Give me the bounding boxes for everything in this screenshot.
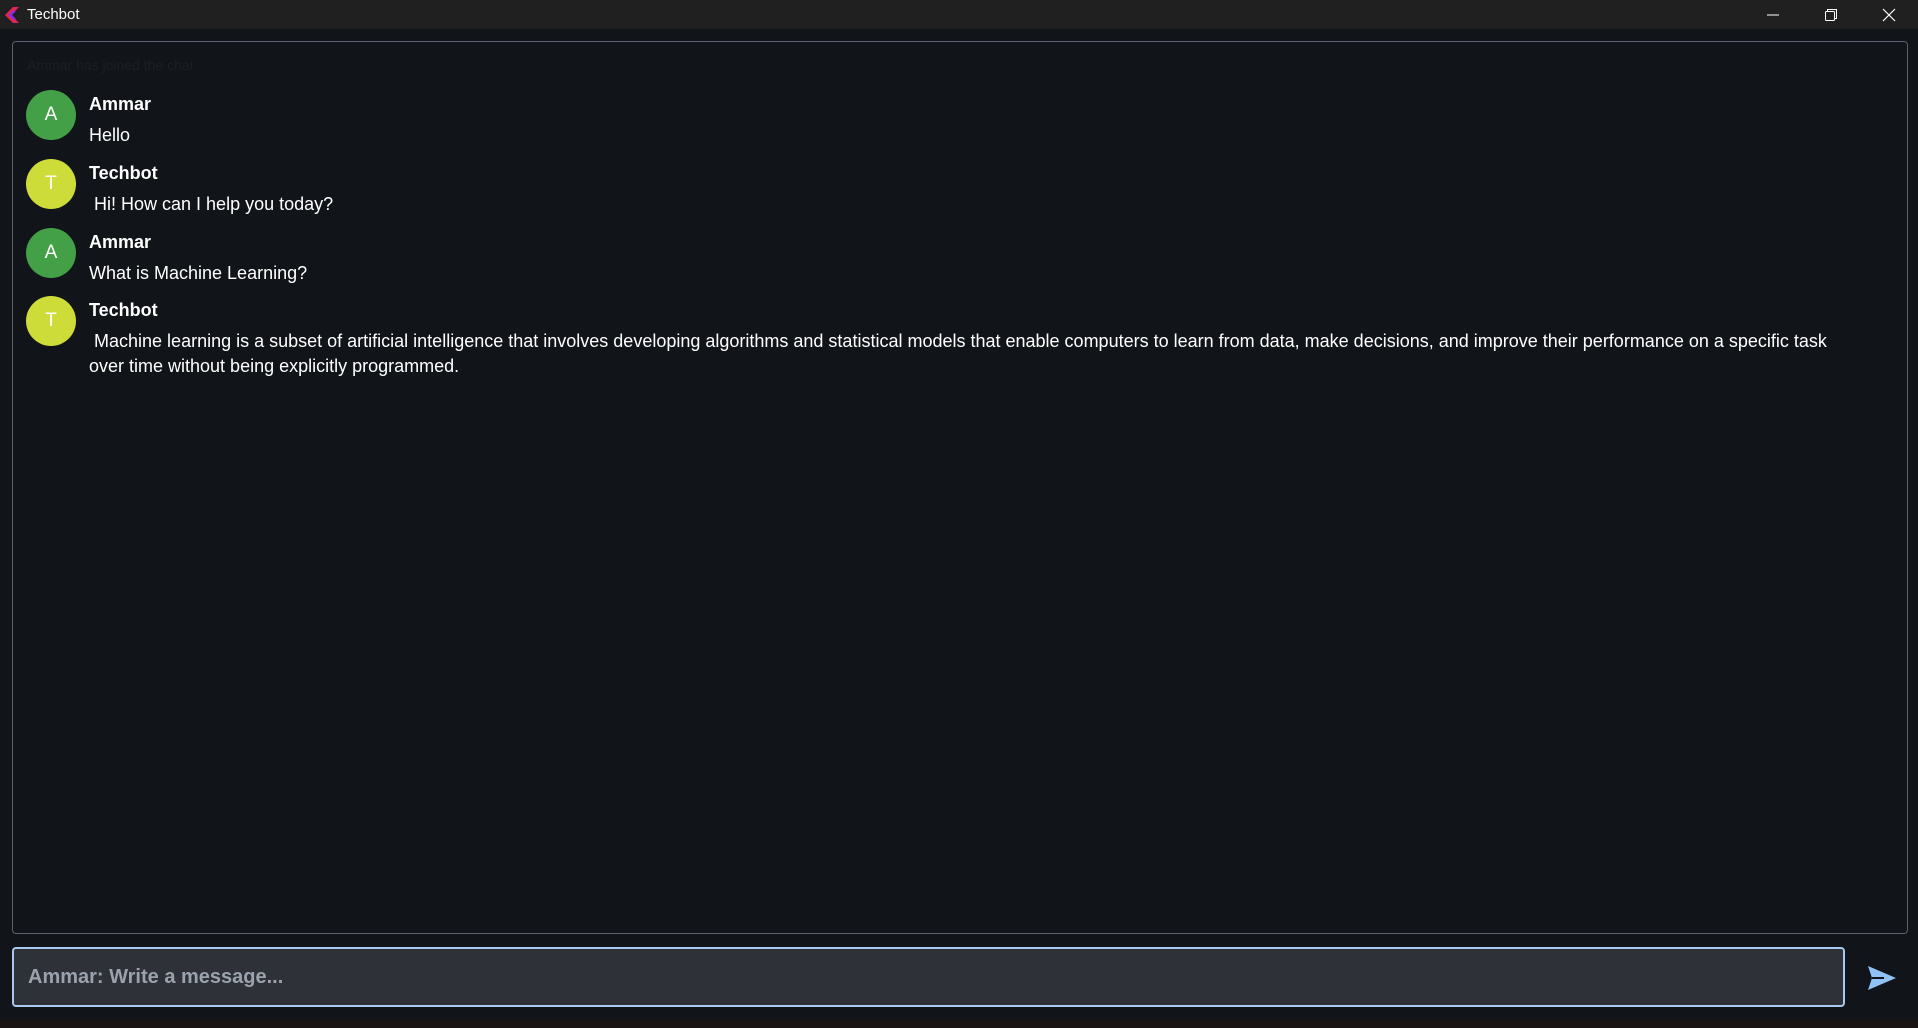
minimize-button[interactable] bbox=[1744, 0, 1802, 29]
message-body: Ammar What is Machine Learning? bbox=[89, 231, 307, 286]
message-text: Machine learning is a subset of artifici… bbox=[89, 331, 1832, 376]
avatar: A bbox=[26, 90, 76, 140]
message-item: T Techbot Hi! How can I help you today? bbox=[26, 159, 333, 217]
window-controls bbox=[1744, 0, 1918, 29]
title-bar[interactable]: Techbot bbox=[0, 0, 1918, 29]
message-item: A Ammar Hello bbox=[26, 90, 151, 148]
avatar-initial: T bbox=[45, 173, 57, 194]
close-icon bbox=[1882, 8, 1896, 21]
message-body: Ammar Hello bbox=[89, 93, 151, 148]
send-icon bbox=[1868, 966, 1896, 990]
message-author: Ammar bbox=[89, 232, 152, 252]
message-input[interactable] bbox=[14, 949, 1843, 1005]
taskbar-edge bbox=[0, 1020, 1918, 1028]
message-author: Ammar bbox=[89, 94, 152, 114]
restore-button[interactable] bbox=[1802, 0, 1860, 29]
avatar-initial: A bbox=[44, 104, 58, 125]
restore-icon bbox=[1825, 8, 1837, 21]
avatar: A bbox=[26, 228, 76, 278]
message-text: Hello bbox=[89, 125, 131, 145]
message-body: Techbot Hi! How can I help you today? bbox=[89, 162, 333, 217]
send-button[interactable] bbox=[1862, 958, 1902, 998]
avatar-initial: A bbox=[44, 242, 58, 263]
system-notice: Ammar has joined the chat bbox=[27, 57, 194, 73]
avatar-initial: T bbox=[45, 310, 57, 331]
avatar: T bbox=[26, 159, 76, 209]
close-button[interactable] bbox=[1860, 0, 1918, 29]
message-text: What is Machine Learning? bbox=[89, 263, 308, 283]
message-item: T Techbot Machine learning is a subset o… bbox=[26, 296, 1839, 379]
avatar: T bbox=[26, 296, 76, 346]
message-item: A Ammar What is Machine Learning? bbox=[26, 228, 307, 286]
message-text: Hi! How can I help you today? bbox=[89, 194, 334, 214]
message-author: Techbot bbox=[89, 163, 158, 183]
app-logo-icon bbox=[5, 6, 19, 23]
message-author: Techbot bbox=[89, 300, 158, 320]
minimize-icon bbox=[1767, 14, 1779, 15]
message-input-container bbox=[12, 947, 1845, 1007]
window-title: Techbot bbox=[27, 6, 80, 23]
chat-history-panel[interactable]: Ammar has joined the chat A Ammar Hello … bbox=[12, 41, 1908, 934]
message-body: Techbot Machine learning is a subset of … bbox=[89, 299, 1839, 379]
